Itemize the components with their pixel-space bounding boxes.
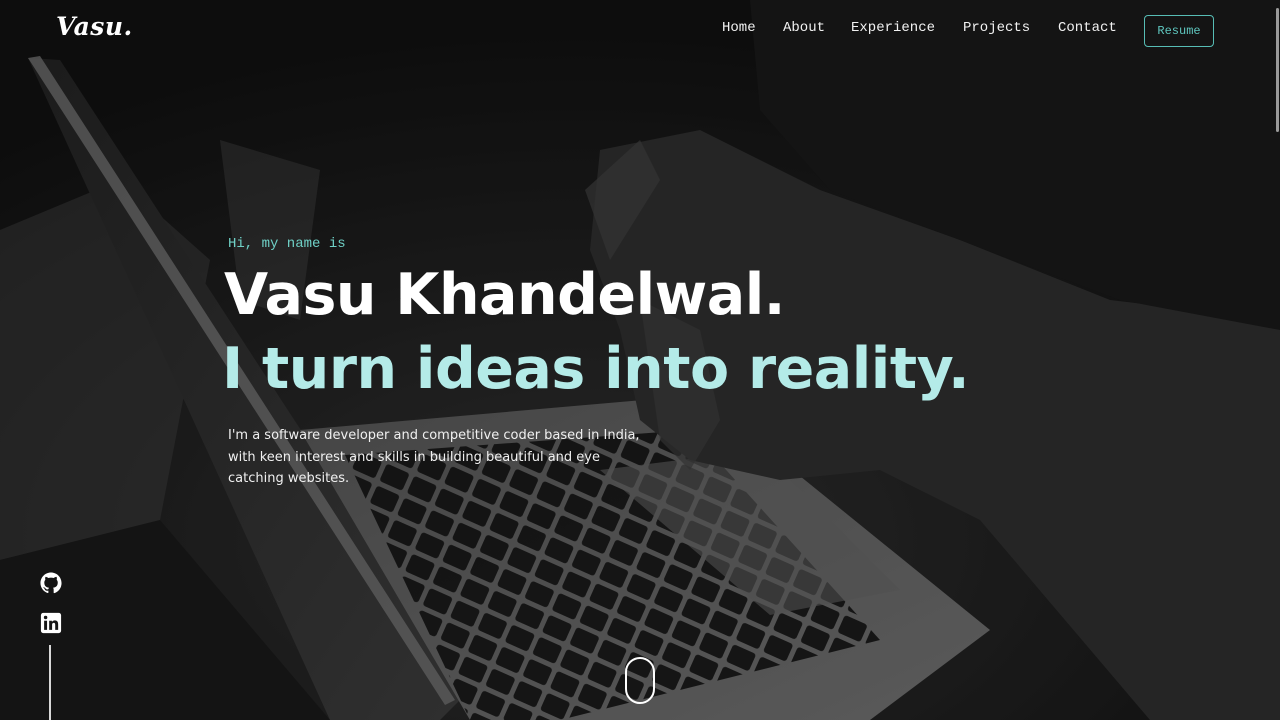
- hero-greeting: Hi, my name is: [228, 236, 346, 252]
- linkedin-icon[interactable]: [40, 612, 62, 634]
- nav-link-experience[interactable]: Experience: [851, 20, 935, 36]
- resume-button[interactable]: Resume: [1144, 15, 1214, 47]
- hero-intro: I'm a software developer and competitive…: [228, 428, 640, 486]
- nav-link-about[interactable]: About: [783, 20, 825, 36]
- page-scrollbar[interactable]: [1276, 8, 1279, 132]
- scroll-down-indicator[interactable]: [625, 657, 655, 704]
- main-nav: Home About Experience Projects Contact: [0, 20, 1280, 40]
- hero-name: Vasu Khandelwal.: [224, 262, 785, 328]
- hero-tagline: I turn ideas into reality.: [222, 336, 970, 402]
- social-sidebar-line: [49, 645, 51, 720]
- github-icon[interactable]: [40, 572, 62, 594]
- nav-link-home[interactable]: Home: [722, 20, 756, 36]
- nav-link-contact[interactable]: Contact: [1058, 20, 1117, 36]
- nav-link-projects[interactable]: Projects: [963, 20, 1030, 36]
